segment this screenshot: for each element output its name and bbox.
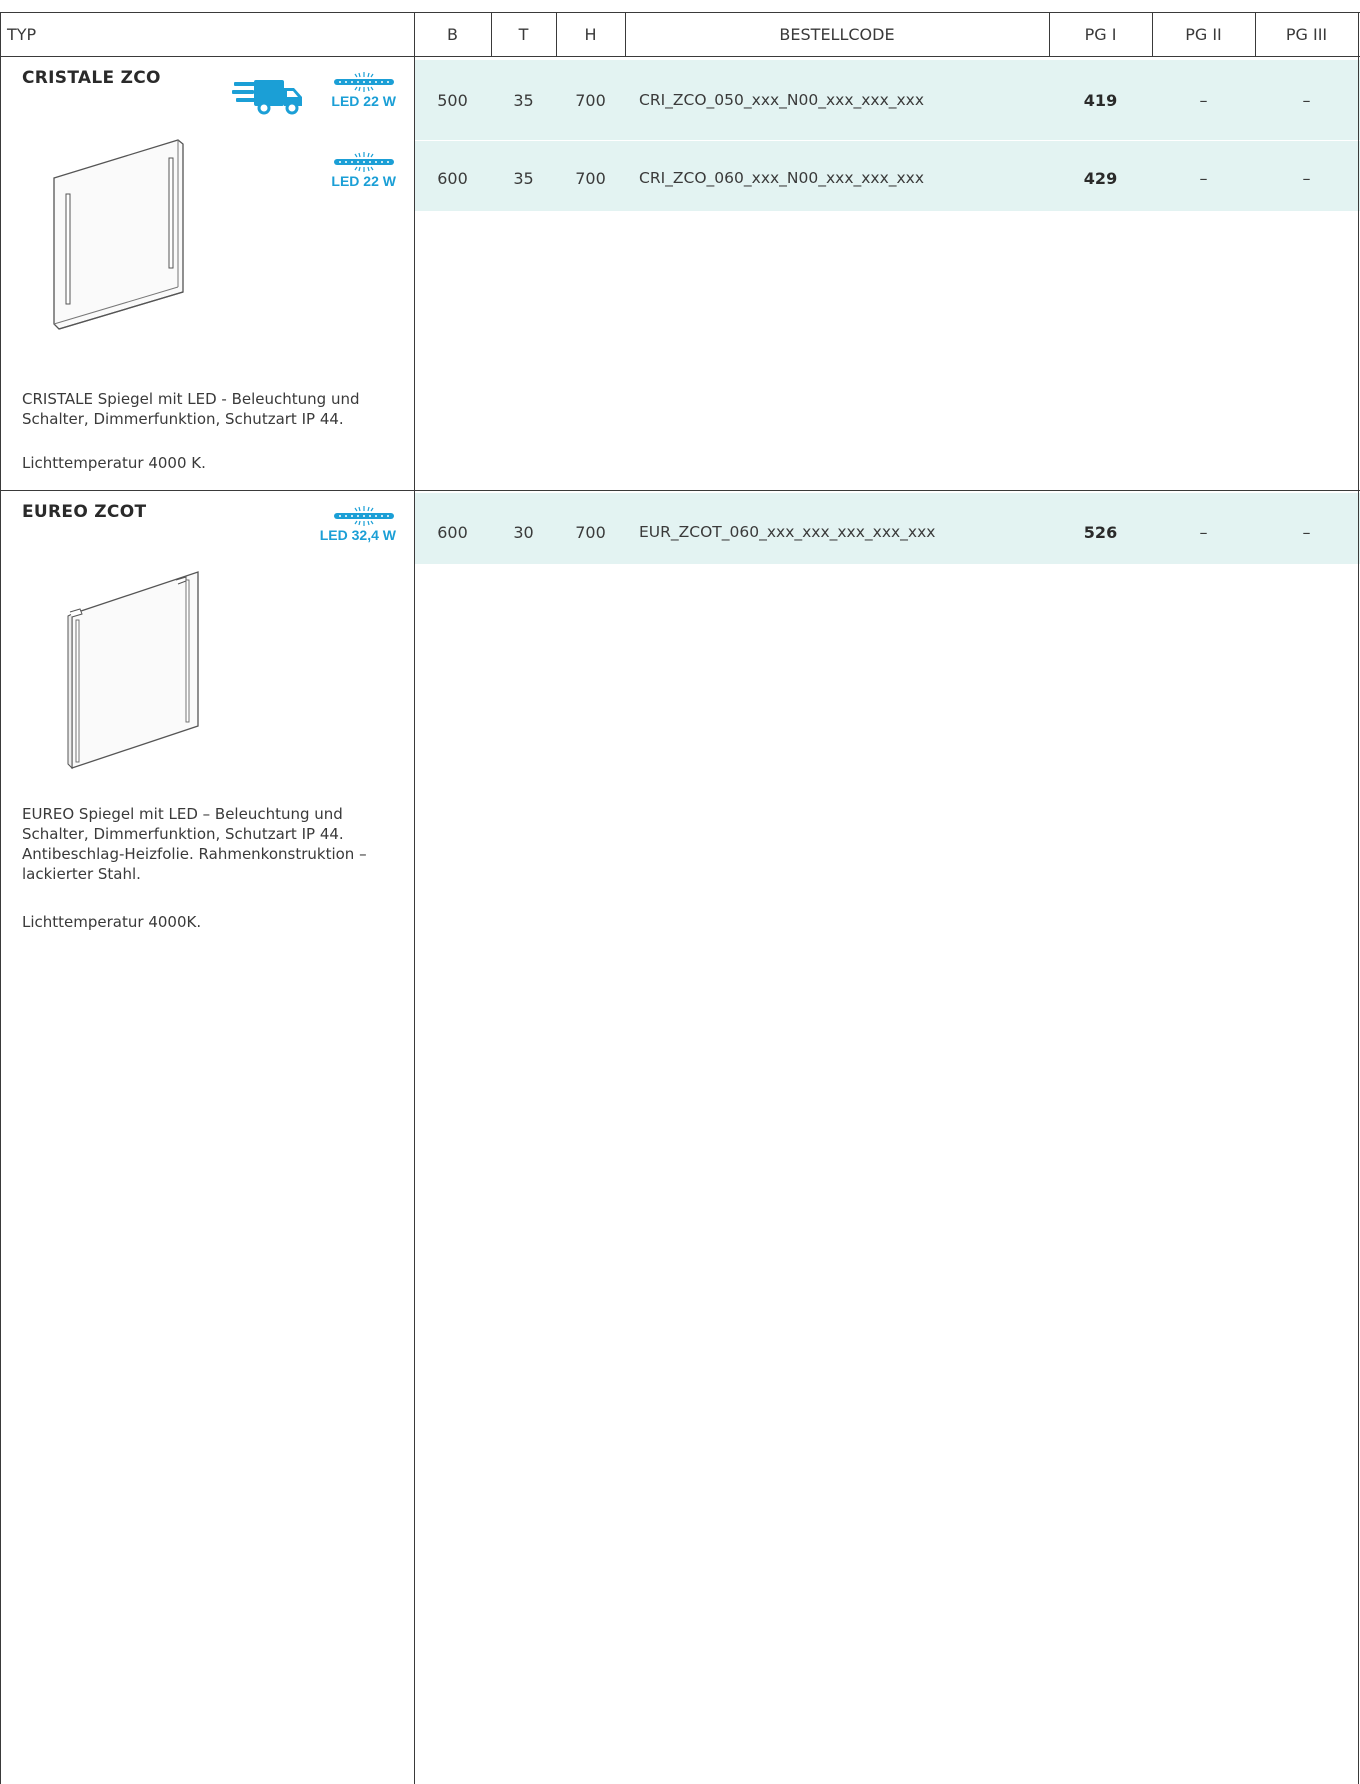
product-description: CRISTALE Spiegel mit LED - Beleuchtung u… [22, 390, 360, 428]
cell-b: 600 [437, 168, 468, 188]
column-header-pg2: PG II [1185, 24, 1222, 44]
cell-h: 700 [575, 522, 606, 542]
cell-t: 35 [513, 90, 534, 110]
eureo-mirror-image [67, 571, 199, 770]
row-divider [414, 140, 1360, 141]
column-header-pg1: PG I [1084, 24, 1117, 44]
led-strip-icon [334, 152, 394, 172]
cristale-mirror-image [53, 139, 184, 330]
cell-pg2: – [1199, 522, 1208, 542]
header-divider [0, 56, 1360, 57]
column-header-h: H [584, 24, 597, 44]
product-divider [0, 490, 1360, 491]
cell-b: 500 [437, 90, 468, 110]
led-badge: LED 22 W [316, 152, 396, 189]
column-header-typ: TYP [7, 24, 37, 44]
table-border-right [1358, 12, 1359, 1784]
cell-pg3: – [1302, 522, 1311, 542]
led-power-label: LED 32,4 W [319, 527, 396, 543]
product-light-temperature: Lichttemperatur 4000K. [22, 913, 202, 931]
cell-t: 30 [513, 522, 534, 542]
led-strip-icon [334, 506, 394, 526]
cell-bestellcode: CRI_ZCO_060_xxx_N00_xxx_xxx_xxx [639, 169, 925, 187]
product-title: EUREO ZCOT [22, 502, 147, 522]
cell-b: 600 [437, 522, 468, 542]
cell-pg1: 526 [1083, 522, 1118, 542]
led-badge: LED 32,4 W [316, 506, 396, 543]
table-border-left [0, 12, 1, 1784]
cell-t: 35 [513, 168, 534, 188]
led-power-label: LED 22 W [331, 173, 396, 189]
column-header-pg3: PG III [1285, 24, 1328, 44]
cell-bestellcode: EUR_ZCOT_060_xxx_xxx_xxx_xxx_xxx [639, 523, 936, 541]
typ-column-divider [414, 12, 415, 1784]
cell-pg1: 419 [1083, 90, 1118, 110]
cell-h: 700 [575, 90, 606, 110]
led-strip-icon [334, 72, 394, 92]
cell-pg3: – [1302, 168, 1311, 188]
cell-pg2: – [1199, 90, 1208, 110]
cell-pg2: – [1199, 168, 1208, 188]
cell-h: 700 [575, 168, 606, 188]
product-description: EUREO Spiegel mit LED – Beleuchtung und … [22, 805, 367, 883]
delivery-truck-icon [232, 80, 302, 115]
column-header-b: B [447, 24, 458, 44]
led-badge: LED 22 W [316, 72, 396, 109]
product-title: CRISTALE ZCO [22, 68, 161, 88]
column-header-bestellcode: BESTELLCODE [779, 24, 895, 44]
cell-pg1: 429 [1083, 168, 1118, 188]
cell-bestellcode: CRI_ZCO_050_xxx_N00_xxx_xxx_xxx [639, 91, 925, 109]
cell-pg3: – [1302, 90, 1311, 110]
product-light-temperature: Lichttemperatur 4000 K. [22, 454, 206, 472]
led-power-label: LED 22 W [331, 93, 396, 109]
column-header-t: T [518, 24, 529, 44]
